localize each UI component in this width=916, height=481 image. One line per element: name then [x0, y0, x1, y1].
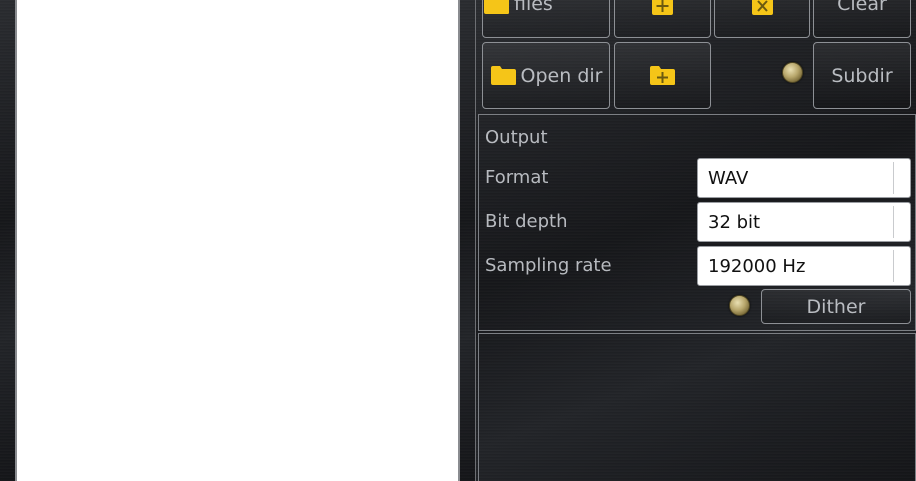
open-files-label: Open files: [514, 0, 553, 15]
clear-button[interactable]: Clear: [813, 0, 911, 38]
add-files-button[interactable]: [614, 0, 711, 38]
sampling-rate-label: Sampling rate: [485, 255, 612, 276]
open-files-button[interactable]: Open files: [482, 0, 610, 38]
plus-icon: [652, 0, 673, 15]
subdir-label: Subdir: [831, 64, 893, 87]
x-icon: [751, 0, 773, 15]
output-section: Output Format WAV Bit depth 32 bit Sampl…: [478, 114, 916, 331]
folder-icon: [490, 65, 517, 86]
bit-depth-select[interactable]: 32 bit: [697, 202, 911, 242]
file-list[interactable]: [17, 0, 458, 481]
clear-label: Clear: [837, 0, 887, 15]
bit-depth-label: Bit depth: [485, 211, 568, 232]
splitter[interactable]: [458, 0, 476, 481]
control-panel: Open files Clear Open dir Subdir Output …: [476, 0, 916, 481]
select-divider: [893, 250, 894, 282]
open-dir-button[interactable]: Open dir: [482, 42, 610, 109]
add-dir-button[interactable]: [614, 42, 711, 109]
format-value: WAV: [708, 167, 749, 189]
dither-button[interactable]: Dither: [761, 289, 911, 324]
folder-plus-icon: [649, 65, 676, 86]
format-select[interactable]: WAV: [697, 158, 911, 198]
subdir-button[interactable]: Subdir: [813, 42, 911, 109]
output-heading: Output: [485, 127, 548, 148]
format-label: Format: [485, 167, 549, 188]
left-frame: [0, 0, 17, 481]
sampling-rate-value: 192000 Hz: [708, 255, 806, 277]
log-area: [478, 333, 916, 481]
sampling-rate-select[interactable]: 192000 Hz: [697, 246, 911, 286]
subdir-indicator-led[interactable]: [782, 62, 803, 83]
folder-icon: [483, 0, 510, 15]
bit-depth-value: 32 bit: [708, 211, 761, 233]
dither-label: Dither: [806, 295, 866, 318]
open-dir-label: Open dir: [520, 64, 603, 87]
select-divider: [893, 162, 894, 194]
select-divider: [893, 206, 894, 238]
dither-indicator-led[interactable]: [729, 295, 750, 316]
remove-files-button[interactable]: [714, 0, 810, 38]
